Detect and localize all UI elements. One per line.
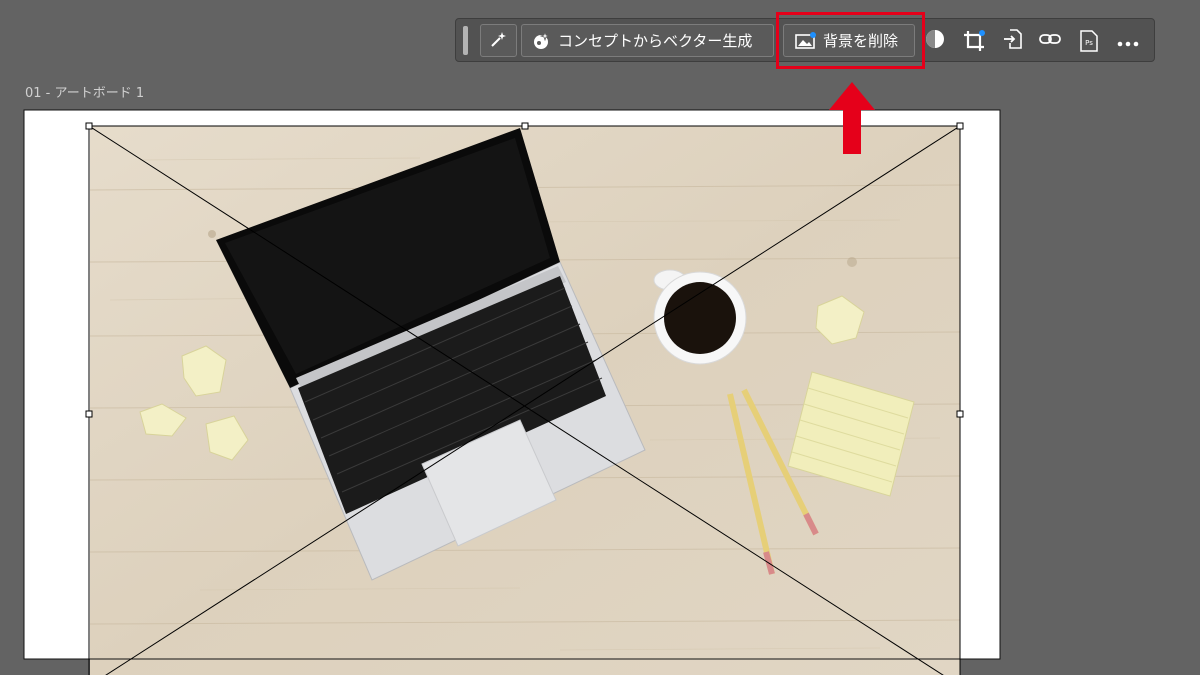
artboard-label[interactable]: 01 - アートボード 1: [25, 82, 144, 101]
placed-image-layer: [23, 109, 1001, 675]
desk-photo[interactable]: [89, 126, 961, 675]
embed-icon: [1002, 28, 1024, 54]
embed-button[interactable]: [1000, 29, 1026, 53]
mask-icon: [924, 28, 946, 54]
edit-in-photoshop-button[interactable]: Ps: [1076, 29, 1102, 53]
resize-handle-top-left[interactable]: [85, 122, 93, 130]
more-icon: [1117, 32, 1139, 51]
link-icon: [1038, 31, 1062, 51]
remove-background-highlight: [776, 12, 925, 69]
sparkle-bulb-icon: [532, 30, 552, 51]
generate-vector-label: コンセプトからベクター生成: [558, 32, 753, 50]
crop-button[interactable]: [961, 29, 987, 53]
generate-vector-from-concept-button[interactable]: コンセプトからベクター生成: [521, 24, 774, 57]
magic-wand-button[interactable]: [480, 24, 517, 57]
up-arrow-annotation: [829, 82, 875, 154]
photoshop-icon-text: Ps: [1085, 39, 1093, 47]
resize-handle-top-right[interactable]: [956, 122, 964, 130]
resize-handle-left[interactable]: [85, 410, 93, 418]
taskbar-drag-handle[interactable]: [463, 26, 468, 55]
resize-handle-top[interactable]: [521, 122, 529, 130]
resize-handle-right[interactable]: [956, 410, 964, 418]
crop-icon: [962, 29, 986, 53]
mask-button[interactable]: [922, 29, 948, 53]
link-button[interactable]: [1037, 29, 1063, 53]
magic-wand-icon: [489, 29, 509, 53]
more-options-button[interactable]: [1115, 29, 1141, 53]
photoshop-icon: Ps: [1079, 30, 1099, 52]
